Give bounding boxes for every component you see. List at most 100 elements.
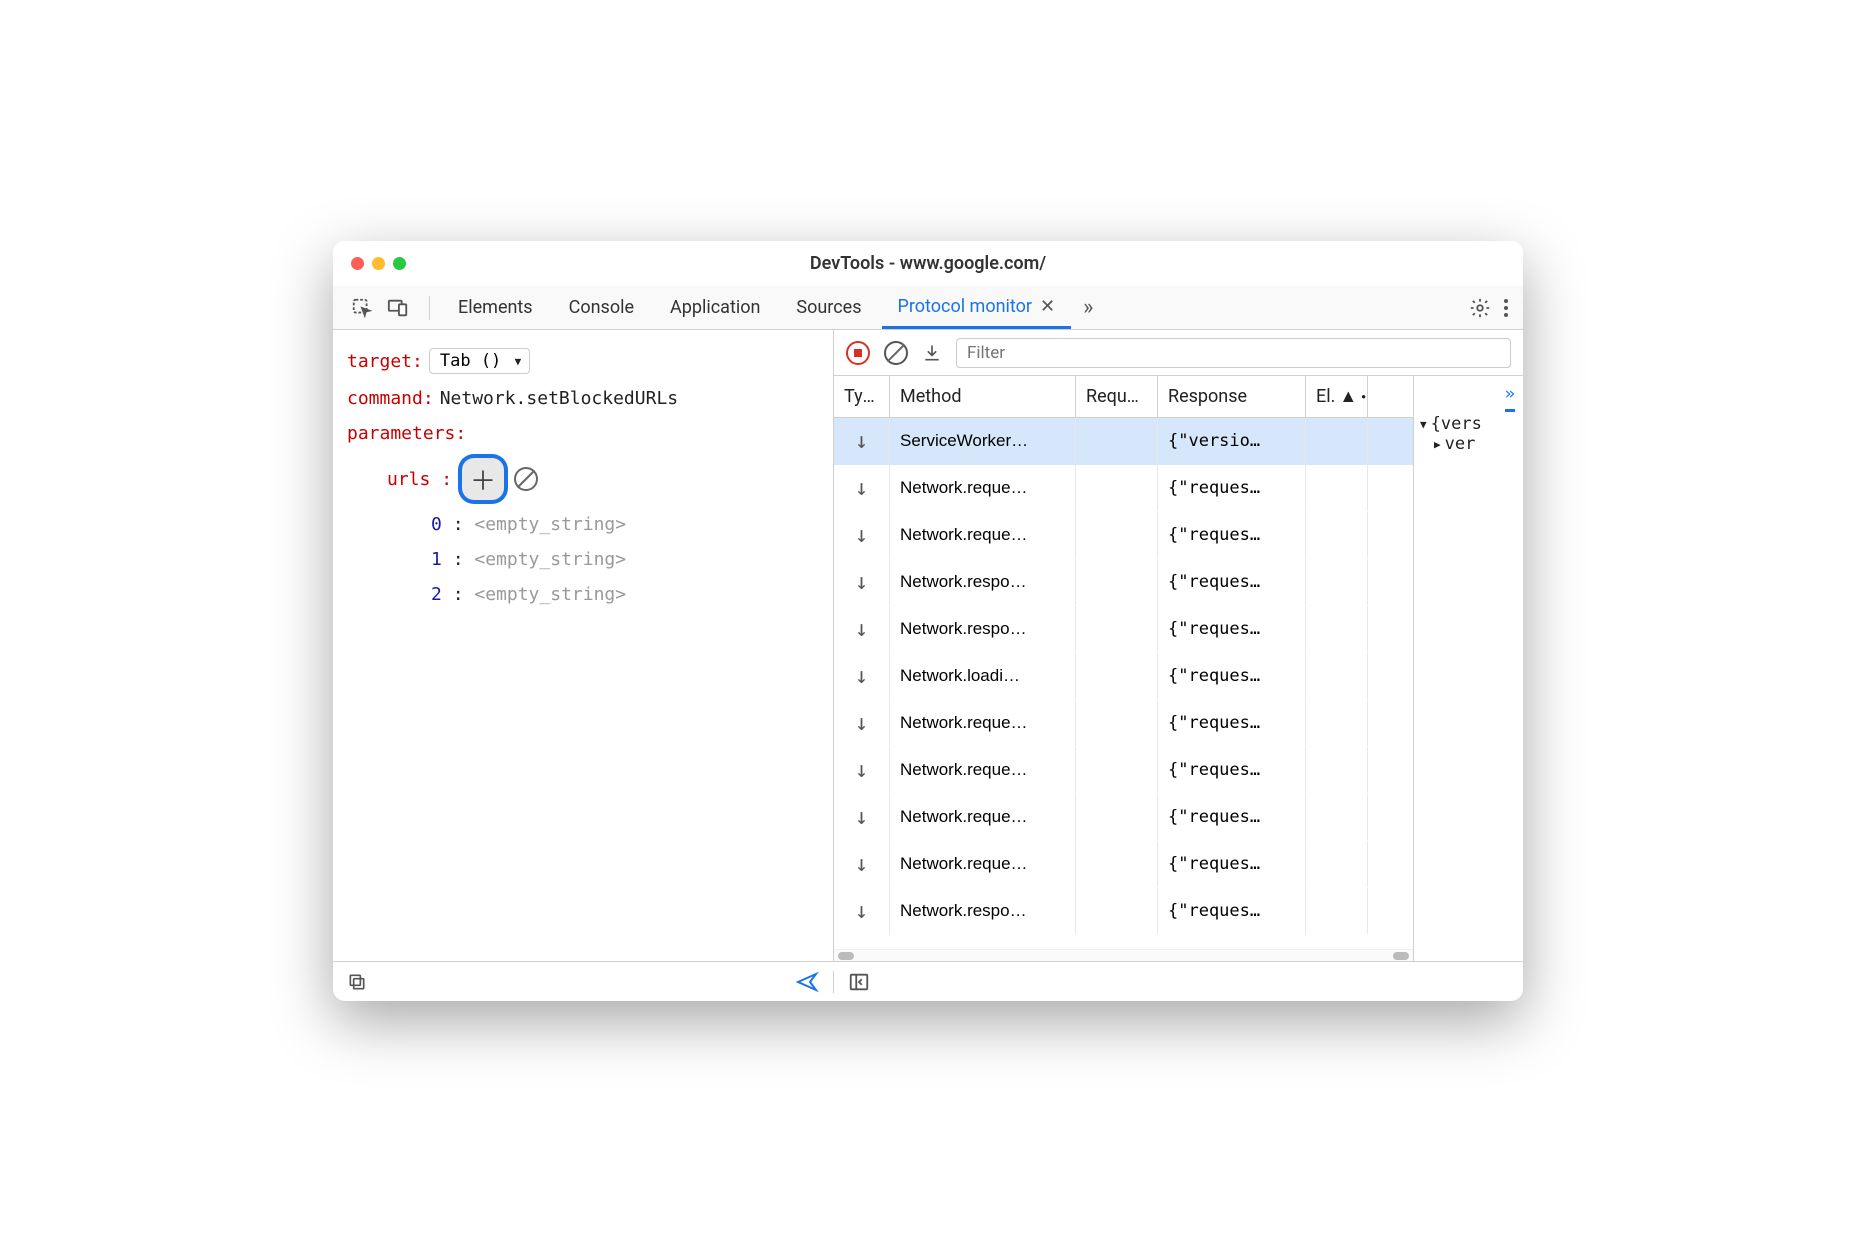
log-row[interactable]: ↓Network.respo… {"reques… [834,888,1413,935]
log-row[interactable]: ↓Network.reque… {"reques… [834,700,1413,747]
col-elapsed[interactable]: El.▲● [1306,376,1368,417]
col-type[interactable]: Type [834,376,890,417]
direction-icon: ↓ [834,700,890,746]
tab-elements[interactable]: Elements [442,286,549,329]
copy-icon[interactable] [347,972,367,992]
target-select[interactable]: Tab () [429,348,530,374]
url-item-0[interactable]: 0 : <empty_string> [431,514,819,535]
log-rows[interactable]: ↓ServiceWorker…{"versio…↓Network.reque…{… [834,418,1413,949]
row-response: {"reques… [1158,747,1306,793]
log-row[interactable]: ↓Network.respo…{"reques… [834,559,1413,606]
row-elapsed [1306,794,1368,840]
sort-asc-icon: ▲ [1339,386,1357,407]
horizontal-scrollbar[interactable] [834,949,1413,961]
direction-icon: ↓ [834,747,890,793]
filter-input[interactable] [956,338,1511,368]
row-request [1076,559,1158,605]
row-request [1076,841,1158,887]
url-item-2[interactable]: 2 : <empty_string> [431,584,819,605]
col-request[interactable]: Requ… [1076,376,1158,417]
row-request [1076,653,1158,699]
close-tab-icon[interactable]: ✕ [1040,296,1055,317]
row-elapsed [1306,465,1368,511]
log-row[interactable]: ↓Network.reque…{"reques… [834,512,1413,559]
send-command-button[interactable] [795,970,819,994]
row-method: Network.reque… [890,512,1076,558]
row-elapsed [1306,747,1368,793]
more-panels-icon[interactable]: » [1505,384,1515,412]
tab-console[interactable]: Console [553,286,650,329]
row-request [1076,700,1158,746]
settings-icon[interactable] [1465,293,1495,323]
record-button[interactable] [846,341,870,365]
log-row[interactable]: ↓Network.reque…{"reques… [834,747,1413,794]
row-response: {"versio… [1158,418,1306,464]
kebab-menu-icon[interactable] [1499,293,1513,323]
tab-protocol-monitor[interactable]: Protocol monitor ✕ [882,286,1072,329]
direction-icon: ↓ [834,794,890,840]
direction-icon: ↓ [834,653,890,699]
log-row[interactable]: ↓Network.reque…{"reques… [834,841,1413,888]
device-toggle-icon[interactable] [387,297,409,319]
log-toolbar [834,330,1523,376]
row-request [1076,606,1158,652]
window-title: DevTools - www.google.com/ [333,253,1523,274]
tabbar: Elements Console Application Sources Pro… [333,286,1523,330]
detail-pane: » ▼{vers ▶ver [1413,376,1523,961]
toggle-sidebar-icon[interactable] [848,971,870,993]
row-response: {"reques… [1158,653,1306,699]
inspect-element-icon[interactable] [351,297,373,319]
clear-urls-button[interactable] [514,467,538,491]
row-method: Network.reque… [890,794,1076,840]
command-label: command: [347,388,434,409]
add-url-button[interactable]: ＋ [462,458,504,500]
direction-icon: ↓ [834,888,890,934]
log-row[interactable]: ↓Network.reque…{"reques… [834,465,1413,512]
tab-sources[interactable]: Sources [780,286,877,329]
more-tabs-icon[interactable]: » [1075,295,1101,320]
titlebar: DevTools - www.google.com/ [333,241,1523,286]
urls-label: urls : [387,469,452,490]
row-method: Network.reque… [890,465,1076,511]
row-method: Network.respo… [890,559,1076,605]
download-icon[interactable] [922,343,942,363]
clear-log-button[interactable] [884,341,908,365]
row-response: {"reques… [1158,606,1306,652]
row-response: {"reques… [1158,794,1306,840]
col-method[interactable]: Method [890,376,1076,417]
row-request [1076,888,1158,934]
row-response: {"reques… [1158,888,1306,934]
row-method: Network.reque… [890,700,1076,746]
protocol-log-pane: Type Method Requ… Response El.▲● ↓ Servic… [833,330,1523,961]
direction-icon: ↓ [834,841,890,887]
row-method: Network.respo… [890,606,1076,652]
row-request [1076,794,1158,840]
row-response: {"reques… [1158,465,1306,511]
detail-root[interactable]: ▼{vers [1420,414,1517,434]
row-elapsed [1306,653,1368,699]
command-editor-pane: target: Tab () command: Network.setBlock… [333,330,833,961]
url-item-1[interactable]: 1 : <empty_string> [431,549,819,570]
row-response: {"reques… [1158,512,1306,558]
row-request [1076,512,1158,558]
log-row[interactable]: ↓Network.reque… {"reques… [834,794,1413,841]
log-row[interactable]: ↓Network.respo… {"reques… [834,606,1413,653]
tab-application[interactable]: Application [654,286,776,329]
log-row[interactable]: ↓Network.loadi…{"reques… [834,653,1413,700]
row-method: ServiceWorker… [890,418,1076,464]
target-label: target: [347,351,423,372]
row-elapsed [1306,606,1368,652]
footer [333,961,1523,1001]
col-response[interactable]: Response [1158,376,1306,417]
direction-icon: ↓ [834,606,890,652]
row-elapsed [1306,841,1368,887]
detail-child[interactable]: ▶ver [1434,434,1517,454]
row-elapsed [1306,512,1368,558]
separator [429,296,430,320]
row-request [1076,418,1158,464]
row-elapsed [1306,888,1368,934]
row-response: {"reques… [1158,700,1306,746]
log-row[interactable]: ↓ServiceWorker…{"versio… [834,418,1413,465]
row-method: Network.respo… [890,888,1076,934]
row-response: {"reques… [1158,841,1306,887]
